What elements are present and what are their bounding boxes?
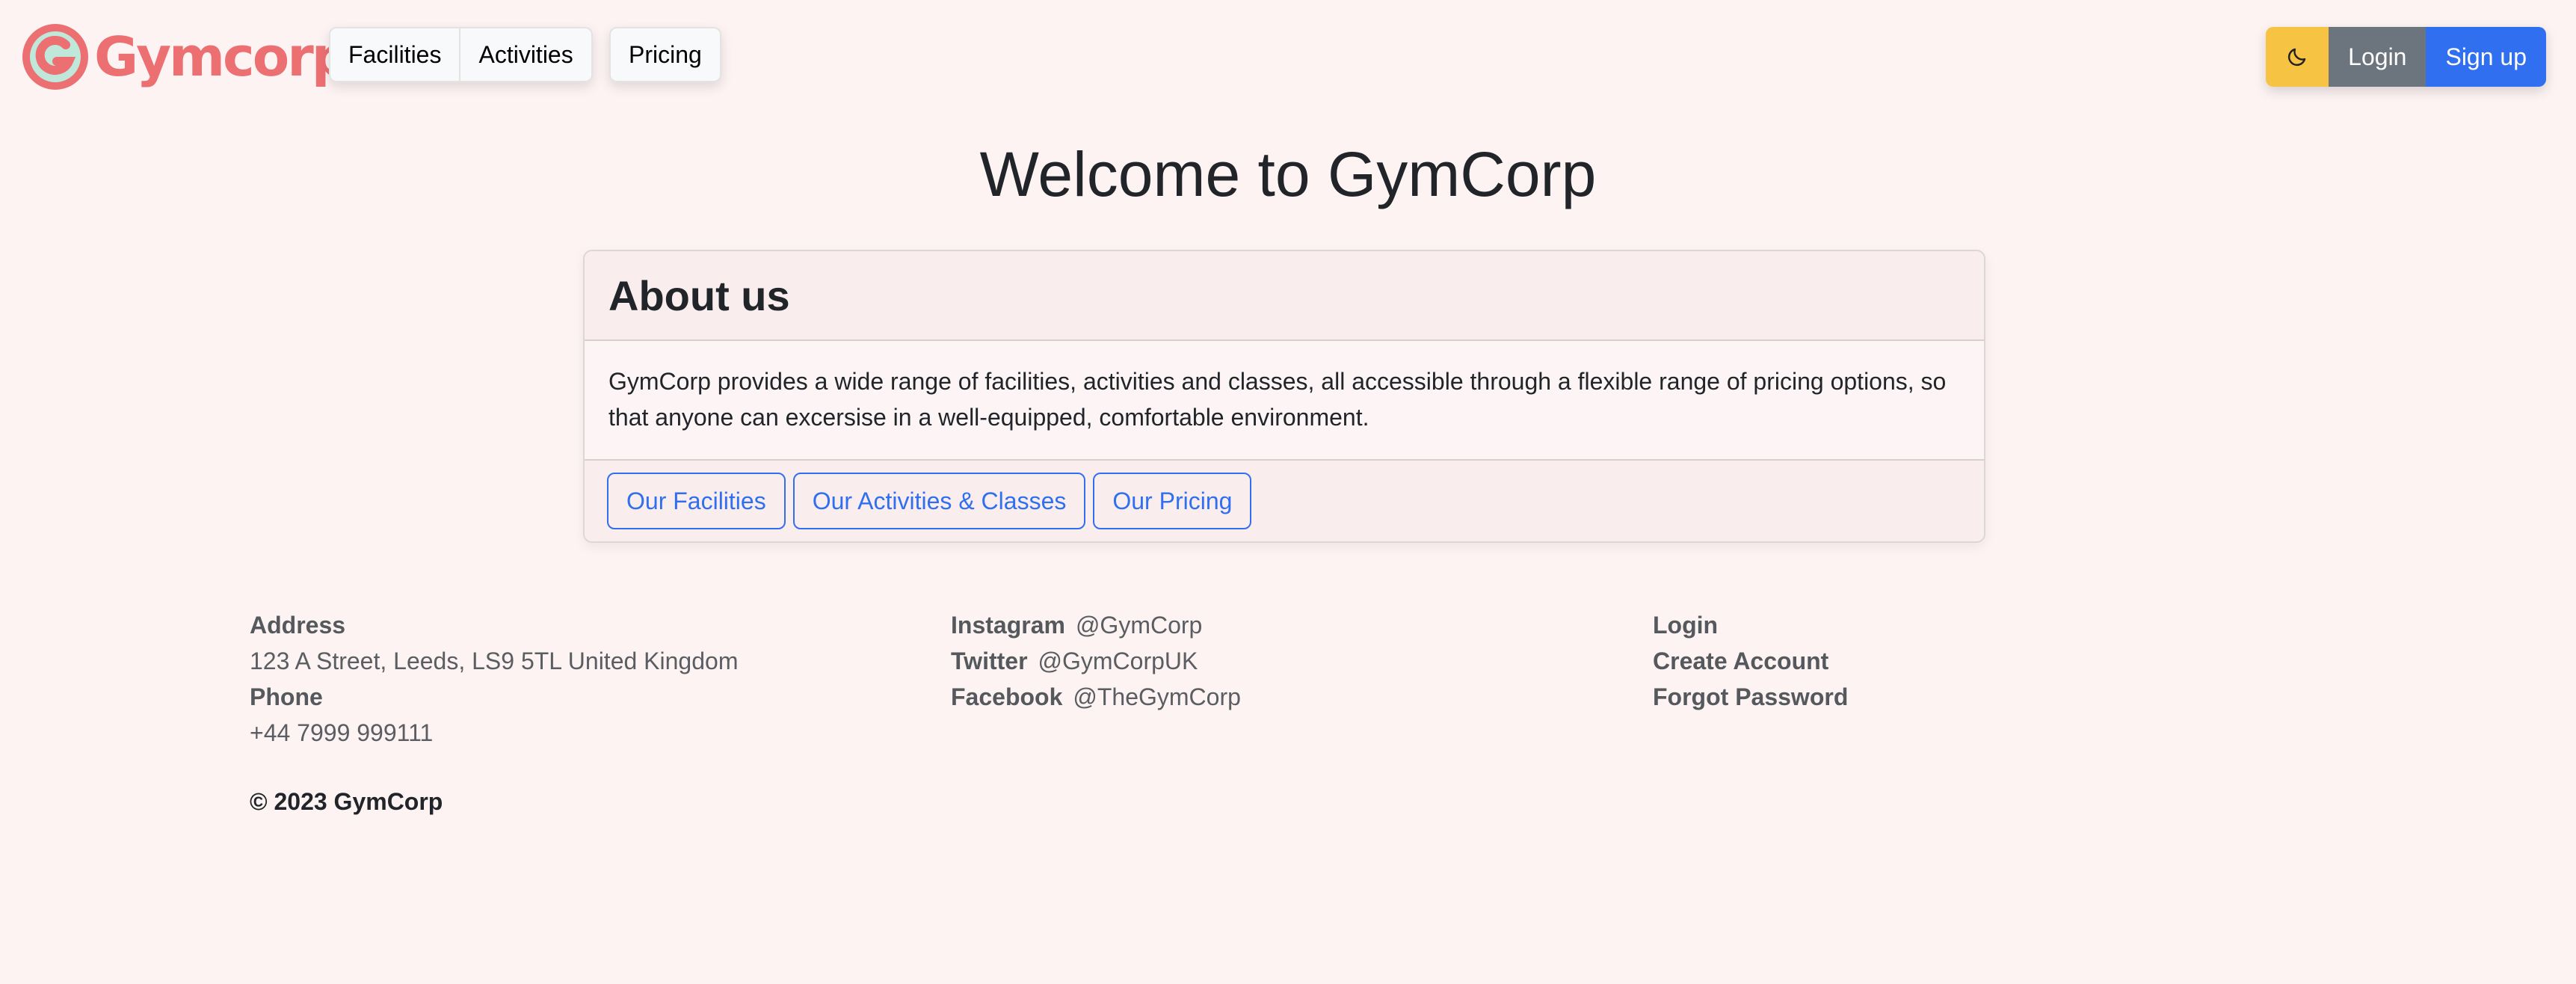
moon-icon <box>2288 48 2306 67</box>
footer-forgot-password-link[interactable]: Forgot Password <box>1653 679 1848 715</box>
about-card-header: About us <box>585 251 1984 341</box>
facebook-handle[interactable]: @TheGymCorp <box>1073 679 1241 715</box>
phone-label: Phone <box>250 683 323 710</box>
nav-group-pricing: Pricing <box>609 27 721 82</box>
our-pricing-button[interactable]: Our Pricing <box>1093 473 1252 529</box>
footer-login-link[interactable]: Login <box>1653 607 1848 643</box>
theme-toggle-button[interactable] <box>2266 27 2329 87</box>
nav-group-main: Facilities Activities <box>329 27 593 82</box>
facebook-label: Facebook <box>951 683 1063 710</box>
auth-button-group: Login Sign up <box>2266 27 2546 87</box>
about-card-footer: Our Facilities Our Activities & Classes … <box>585 461 1984 541</box>
login-button[interactable]: Login <box>2329 27 2426 87</box>
twitter-handle[interactable]: @GymCorpUK <box>1038 643 1198 679</box>
copyright-text: © 2023 GymCorp <box>250 788 443 815</box>
address-label: Address <box>250 612 346 639</box>
footer-create-account-link[interactable]: Create Account <box>1653 643 1848 679</box>
brand-wordmark: Gymcorp <box>94 25 350 88</box>
about-text: GymCorp provides a wide range of facilit… <box>585 341 1984 461</box>
site-header: Gymcorp Facilities Activities Pricing Lo… <box>0 0 2576 112</box>
instagram-label: Instagram <box>951 612 1065 639</box>
our-activities-classes-button[interactable]: Our Activities & Classes <box>792 473 1086 529</box>
twitter-label: Twitter <box>951 648 1028 674</box>
brand-logo[interactable]: Gymcorp <box>18 18 350 96</box>
signup-button[interactable]: Sign up <box>2426 27 2546 87</box>
social-instagram[interactable]: Instagram @GymCorp <box>951 607 1241 643</box>
address-value: 123 A Street, Leeds, LS9 5TL United King… <box>250 648 739 674</box>
nav-activities-button[interactable]: Activities <box>460 27 593 82</box>
nav-facilities-button[interactable]: Facilities <box>329 27 461 82</box>
nav-pricing-button[interactable]: Pricing <box>609 27 721 82</box>
page-title: Welcome to GymCorp <box>979 139 1597 209</box>
about-heading: About us <box>608 271 790 319</box>
social-facebook[interactable]: Facebook @TheGymCorp <box>951 679 1241 715</box>
social-twitter[interactable]: Twitter @GymCorpUK <box>951 643 1241 679</box>
phone-value: +44 7999 999111 <box>250 719 434 746</box>
footer-account-links: Login Create Account Forgot Password <box>1653 607 1848 715</box>
instagram-handle[interactable]: @GymCorp <box>1076 607 1202 643</box>
gymcorp-logo-icon <box>22 24 88 90</box>
footer-contact: Address 123 A Street, Leeds, LS9 5TL Uni… <box>250 607 738 751</box>
our-facilities-button[interactable]: Our Facilities <box>607 473 786 529</box>
about-card: About us GymCorp provides a wide range o… <box>583 250 1985 543</box>
footer-social: Instagram @GymCorp Twitter @GymCorpUK Fa… <box>951 607 1241 715</box>
